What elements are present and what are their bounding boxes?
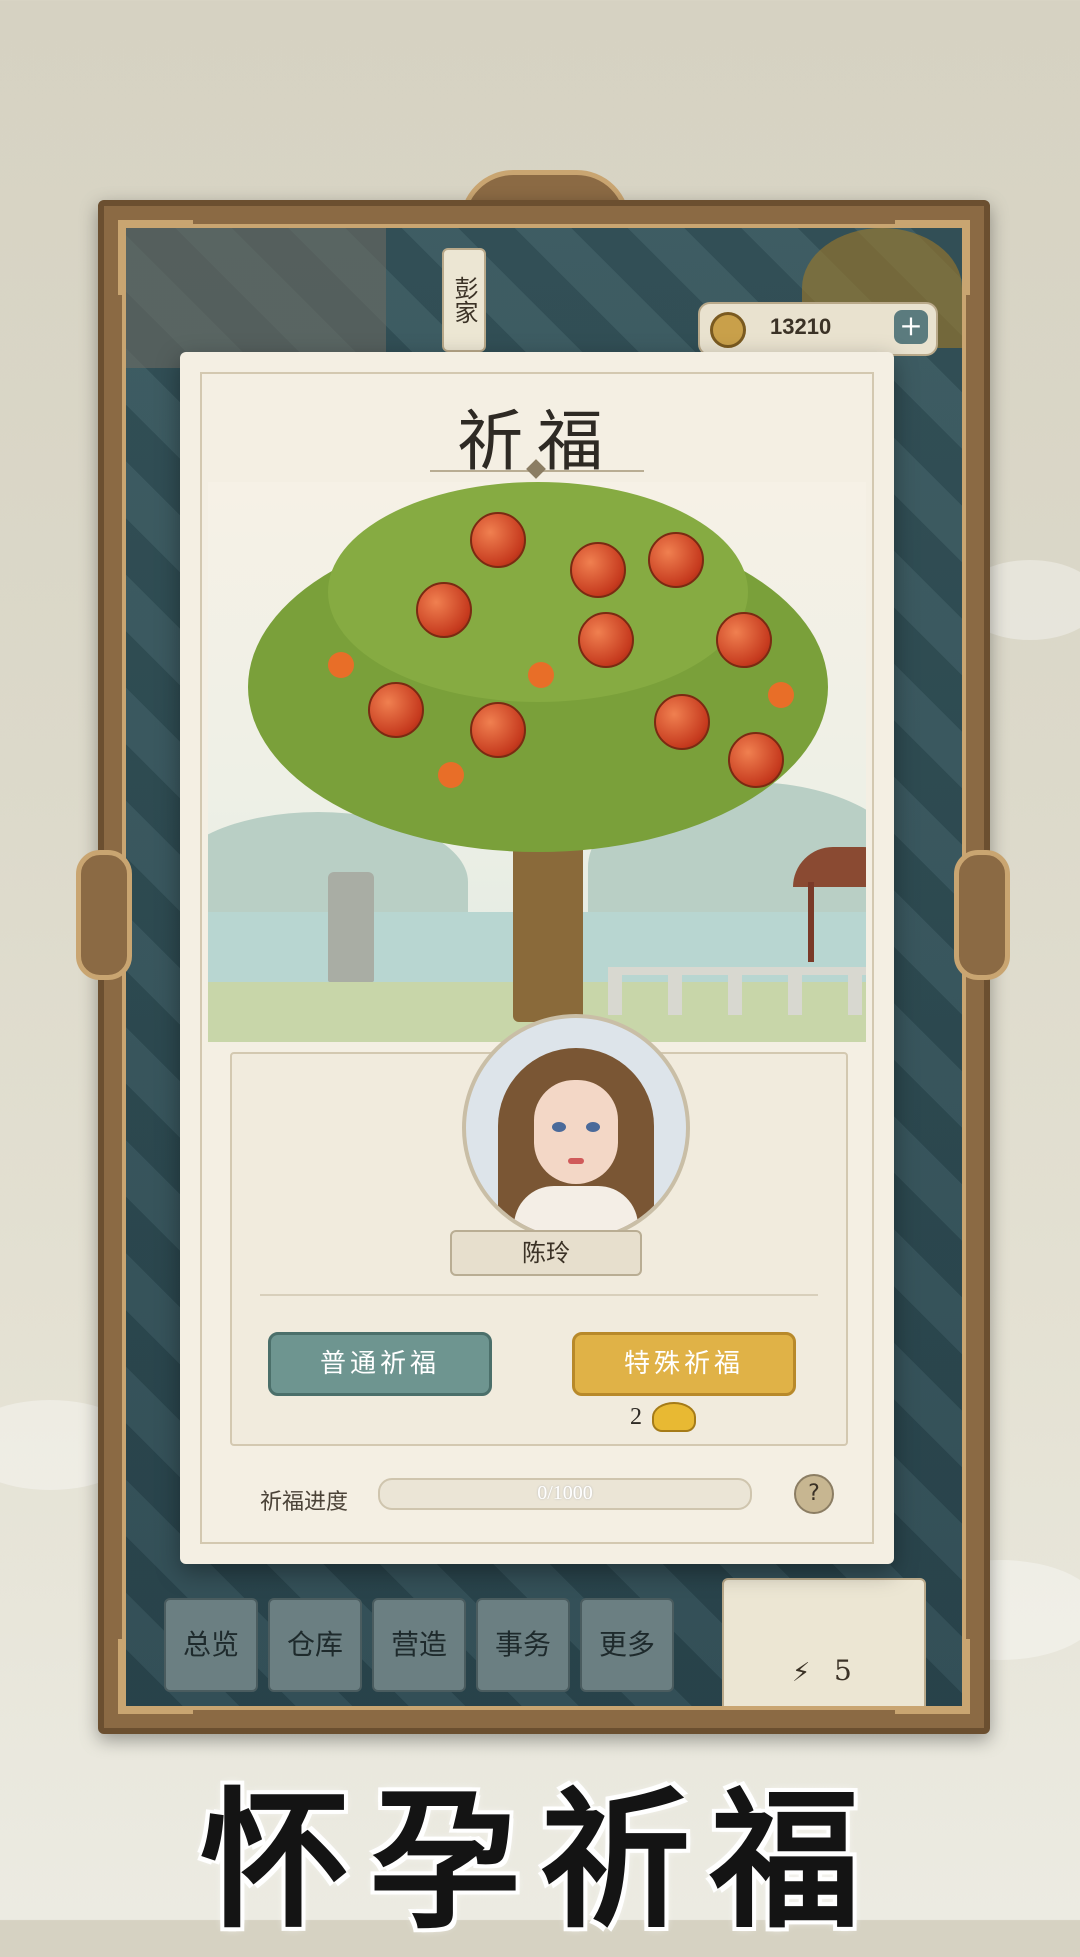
frame-corner-ornament: [118, 1639, 193, 1714]
pomegranate: [716, 612, 772, 668]
character-panel: 陈玲 普通祈福 特殊祈福 2: [230, 1014, 848, 1446]
pomegranate-blossom: [768, 682, 794, 708]
special-blessing-button[interactable]: 特殊祈福: [572, 1332, 796, 1396]
character-portrait[interactable]: [462, 1014, 690, 1242]
pomegranate: [570, 542, 626, 598]
help-button[interactable]: ?: [794, 1474, 834, 1514]
pomegranate: [470, 702, 526, 758]
pomegranate: [470, 512, 526, 568]
portrait-mouth: [568, 1158, 584, 1164]
nav-item-warehouse[interactable]: 仓库: [268, 1598, 362, 1692]
blessing-progress-label: 祈福进度: [260, 1490, 349, 1515]
pomegranate: [648, 532, 704, 588]
blessing-progress-text: 0/1000: [537, 1482, 593, 1504]
lightning-icon: ⚡: [792, 1658, 811, 1688]
pomegranate: [728, 732, 784, 788]
add-currency-button[interactable]: +: [894, 310, 928, 344]
portrait-face: [534, 1080, 618, 1184]
frame-corner-ornament: [895, 220, 970, 295]
portrait-eye: [586, 1122, 600, 1132]
special-blessing-cost: 2: [630, 1404, 642, 1430]
frame-side-ornament-left: [76, 850, 132, 980]
nav-item-affairs[interactable]: 事务: [476, 1598, 570, 1692]
gold-ingot-icon: [652, 1402, 696, 1432]
pomegranate-blossom: [328, 652, 354, 678]
stone-railing: [608, 967, 866, 1015]
currency-bar: 13210 +: [698, 302, 938, 356]
stat-value: 5: [834, 1654, 852, 1687]
promo-caption: 怀孕祈福: [199, 1773, 880, 1949]
pomegranate: [416, 582, 472, 638]
bottom-nav: 总览 仓库 营造 事务 更多: [164, 1598, 684, 1692]
pomegranate-tree-illustration: [208, 482, 866, 1042]
frame-corner-ornament: [895, 1639, 970, 1714]
blessing-progress-bar: 0/1000: [378, 1478, 752, 1510]
stone-lantern: [328, 872, 374, 982]
pomegranate-blossom: [438, 762, 464, 788]
frame-side-ornament-right: [954, 850, 1010, 980]
portrait-eye: [552, 1122, 566, 1132]
family-name-scroll[interactable]: 彭家: [442, 248, 486, 352]
pomegranate: [578, 612, 634, 668]
frame-corner-ornament: [118, 220, 193, 295]
nav-item-build[interactable]: 营造: [372, 1598, 466, 1692]
currency-amount: 13210: [770, 314, 832, 339]
blessing-dialog: 祈福 陈玲 普通祈福 特殊祈福 2 祈福进度 0/1000 ?: [180, 352, 894, 1564]
panel-divider: [260, 1294, 818, 1296]
normal-blessing-button[interactable]: 普通祈福: [268, 1332, 492, 1396]
pomegranate: [654, 694, 710, 750]
copper-coin-icon: [710, 312, 746, 348]
pomegranate-blossom: [528, 662, 554, 688]
pavilion-posts: [808, 882, 866, 962]
nav-item-more[interactable]: 更多: [580, 1598, 674, 1692]
character-name: 陈玲: [450, 1230, 642, 1276]
pomegranate: [368, 682, 424, 738]
